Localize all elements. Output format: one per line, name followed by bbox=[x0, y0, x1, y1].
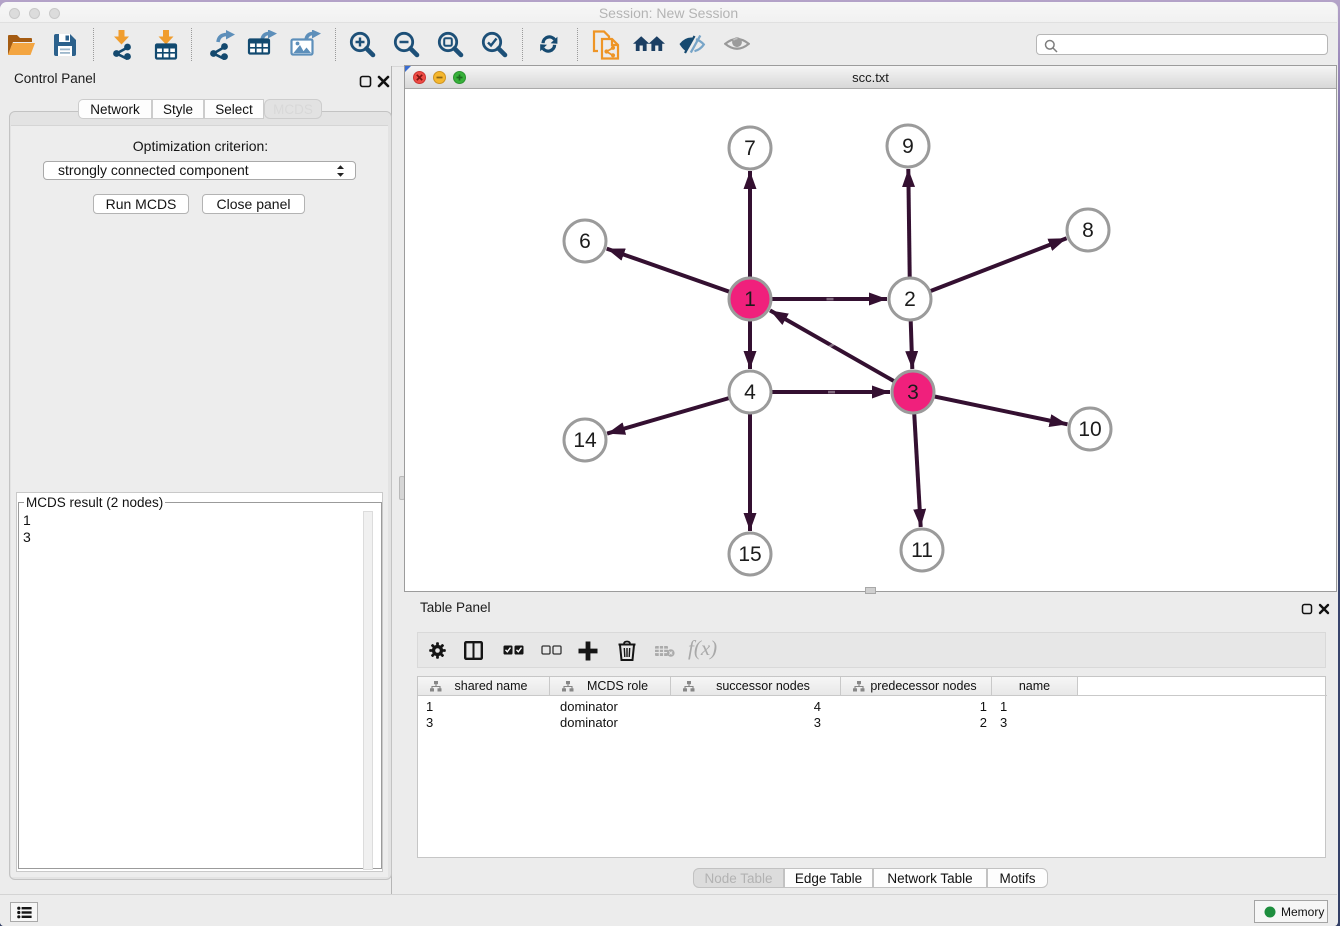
svg-text:7: 7 bbox=[744, 137, 756, 160]
svg-text:10: 10 bbox=[1078, 418, 1101, 441]
svg-text:4: 4 bbox=[744, 381, 756, 404]
svg-text:14: 14 bbox=[573, 429, 597, 452]
svg-text:8: 8 bbox=[1082, 219, 1094, 242]
svg-text:11: 11 bbox=[911, 539, 933, 562]
svg-text:1: 1 bbox=[744, 288, 756, 311]
svg-text:6: 6 bbox=[579, 230, 591, 253]
svg-text:15: 15 bbox=[738, 543, 761, 566]
svg-text:2: 2 bbox=[904, 288, 916, 311]
svg-text:3: 3 bbox=[907, 381, 919, 404]
svg-text:9: 9 bbox=[902, 135, 914, 158]
